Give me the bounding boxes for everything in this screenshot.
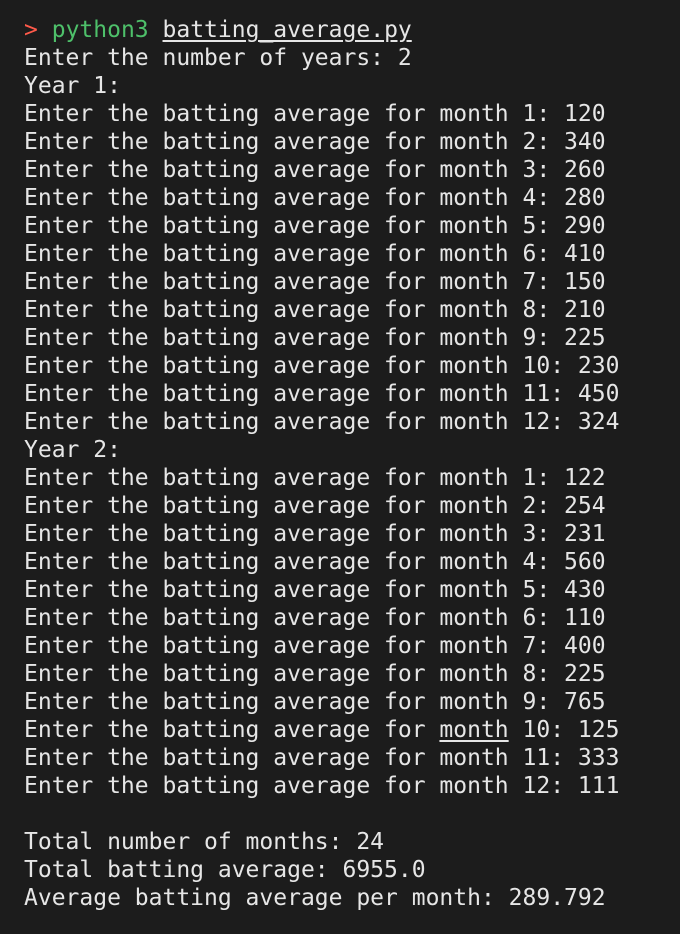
output-line: Enter the batting average for month 2: 3… [24,129,606,155]
output-line: Enter the batting average for month 3: 2… [24,157,606,183]
output-line: Enter the batting average for month 9: 2… [24,325,606,351]
command-script[interactable]: batting_average.py [163,17,412,43]
command-program: python3 [51,17,149,43]
output-line: Enter the batting average for month 12: … [24,773,620,799]
output-line: Enter the batting average for month 4: 5… [24,549,606,575]
output-line: Enter the batting average for month 7: 4… [24,633,606,659]
output-line: Enter the batting average for month 5: 4… [24,577,606,603]
output-line: Enter the batting average for month 4: 2… [24,185,606,211]
output-line: Enter the batting average for month 6: 1… [24,605,606,631]
output-line: Enter the batting average for month 10: … [24,353,620,379]
year-2-header: Year 2: [24,437,121,463]
output-line: Enter the batting average for month 3: 2… [24,521,606,547]
output-line: Enter the batting average for month 9: 7… [24,689,606,715]
prompt-symbol: > [24,17,38,43]
terminal-window[interactable]: > python3 batting_average.py Enter the n… [0,0,680,934]
summary-average-per-month: Average batting average per month: 289.7… [24,885,606,911]
output-line: Enter the batting average for month 11: … [24,745,620,771]
line-suffix: 10: 125 [508,717,620,743]
output-line-month-10: Enter the batting average for month 10: … [24,716,680,744]
output-line: Enter the batting average for month 11: … [24,381,620,407]
output-line: Enter the batting average for month 1: 1… [24,101,606,127]
years-prompt-line: Enter the number of years: 2 [24,45,412,71]
output-line: Enter the batting average for month 5: 2… [24,213,606,239]
output-line: Enter the batting average for month 8: 2… [24,661,606,687]
output-line: Enter the batting average for month 6: 4… [24,241,606,267]
line-prefix: Enter the batting average for [24,717,440,743]
year-2-lines: Enter the batting average for month 1: 1… [24,464,680,800]
output-line: Enter the batting average for month 8: 2… [24,297,606,323]
output-line: Enter the batting average for month 12: … [24,409,620,435]
output-line: Enter the batting average for month 2: 2… [24,493,606,519]
underlined-word: month [439,717,509,743]
output-line: Enter the batting average for month 7: 1… [24,269,606,295]
command-line: > python3 batting_average.py [24,16,680,44]
summary-total-average: Total batting average: 6955.0 [24,857,426,883]
output-line: Enter the batting average for month 1: 1… [24,465,606,491]
year-1-header: Year 1: [24,73,121,99]
year-1-lines: Enter the batting average for month 1: 1… [24,100,680,436]
summary-total-months: Total number of months: 24 [24,829,385,855]
